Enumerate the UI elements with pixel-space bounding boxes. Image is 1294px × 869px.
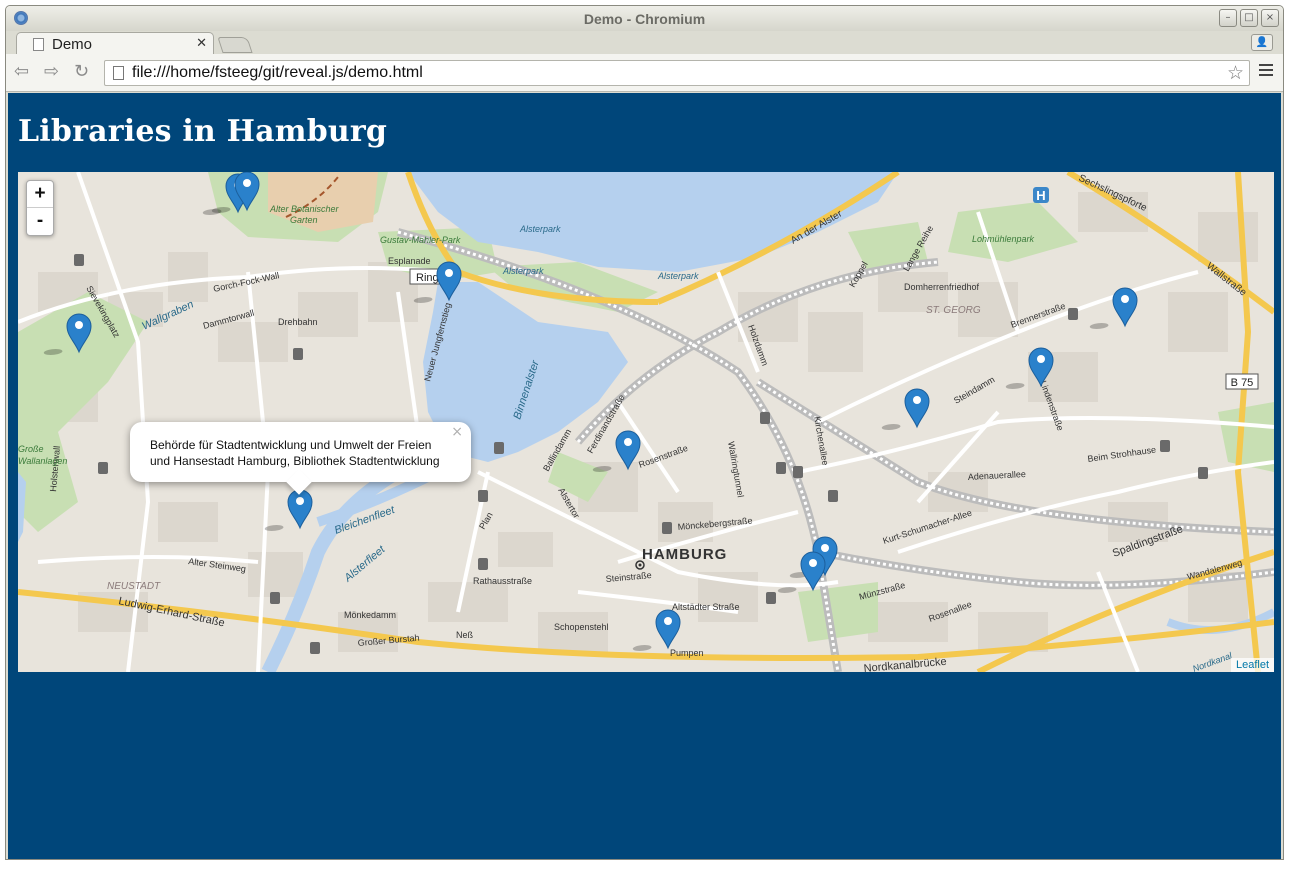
gustav-mahler-label: Gustav-Mahler-Park [380,235,461,245]
popup-text-line2: und Hansestadt Hamburg, Bibliothek Stadt… [150,454,440,468]
b75-label: B 75 [1231,377,1254,389]
tab-close-icon[interactable]: ✕ [196,36,207,51]
maximize-button[interactable]: □ [1240,9,1258,27]
new-tab-button[interactable] [217,37,253,53]
zoom-in-button[interactable]: + [27,181,53,208]
lohmuehlenpark-label: Lohmühlenpark [972,234,1035,244]
alsterpark-label-2: Alsterpark [502,266,544,276]
ness-label: Neß [456,630,474,640]
file-icon [113,66,124,80]
pumpen-label: Pumpen [670,648,704,658]
forward-arrow-icon[interactable]: ⇨ [44,62,59,82]
back-arrow-icon[interactable]: ⇦ [14,62,29,82]
browser-window: Demo - Chromium – □ × Demo ✕ 👤 ⇦ ⇨ ↻ fil… [5,5,1284,860]
address-bar[interactable]: file:///home/fsteeg/git/reveal.js/demo.h… [104,60,1250,86]
url-text[interactable]: file:///home/fsteeg/git/reveal.js/demo.h… [132,64,423,82]
window-title: Demo - Chromium [583,11,706,27]
bookmark-star-icon[interactable]: ☆ [1227,62,1244,84]
alsterpark-label-1: Alsterpark [519,224,561,234]
window-controls: – □ × [1219,9,1279,27]
neustadt-label: NEUSTADT [107,581,161,592]
minimize-button[interactable]: – [1219,9,1237,27]
wallanlagen-label: Wallanlagen [18,456,67,466]
schopenstehl-label: Schopenstehl [554,622,609,632]
alsterpark-label-3: Alsterpark [657,271,699,281]
page-icon [33,38,44,51]
marker-popup: × Behörde für Stadtentwicklung und Umwel… [130,422,471,495]
ring-label: Ring [416,272,439,284]
domherrenfriedhof-label: Domherrenfriedhof [904,282,980,292]
st-georg-label: ST. GEORG [926,305,981,316]
rathausstrasse-label: Rathausstraße [473,576,532,586]
hamburg-label: HAMBURG [642,546,727,563]
tab-demo[interactable]: Demo ✕ [16,32,214,56]
grosse-label: Große [18,444,44,454]
hbf-icon: H [1036,188,1045,203]
close-window-button[interactable]: × [1261,9,1279,27]
title-bar: Demo - Chromium – □ × [6,6,1283,31]
page-title: Libraries in Hamburg [18,114,388,149]
navigation-toolbar: ⇦ ⇨ ↻ file:///home/fsteeg/git/reveal.js/… [6,54,1283,92]
popup-close-icon[interactable]: × [451,424,463,440]
tab-strip: Demo ✕ 👤 [6,31,1283,56]
zoom-control: + - [26,180,54,236]
tab-title: Demo [52,36,93,53]
menu-icon[interactable] [1259,64,1273,78]
profile-icon[interactable]: 👤 [1251,34,1273,51]
altstaedter-label: Altstädter Straße [672,602,740,612]
page-content: Libraries in Hamburg H B 75 Ring HAMBURG… [8,93,1281,859]
garten-label: Garten [290,215,318,225]
drehbahn-label: Drehbahn [278,317,318,327]
moenkedamm-label: Mönkedamm [344,610,396,620]
esplanade-label: Esplanade [388,256,431,266]
zoom-out-button[interactable]: - [27,208,53,235]
map-attribution-link[interactable]: Leaflet [1230,658,1274,672]
leaflet-map[interactable]: H B 75 Ring HAMBURG ST. GEORG NEUSTADT A… [18,172,1274,672]
reload-icon[interactable]: ↻ [74,62,89,82]
alter-botanischer-label: Alter Botanischer [269,204,340,214]
popup-text-line1: Behörde für Stadtentwicklung und Umwelt … [150,438,432,452]
